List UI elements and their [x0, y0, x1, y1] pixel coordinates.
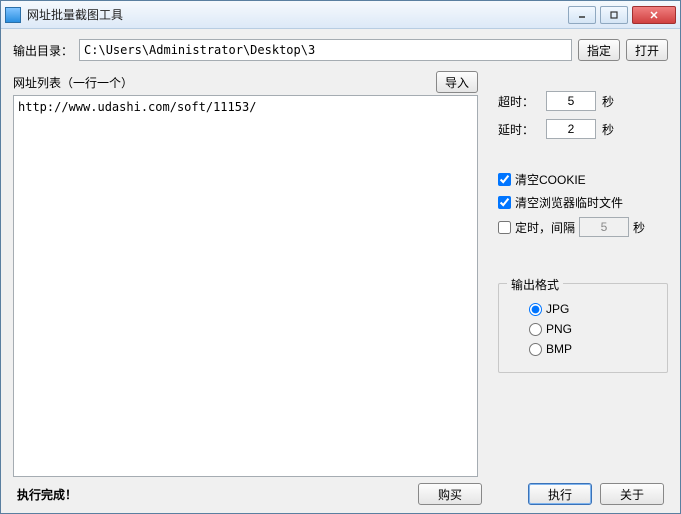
- timer-label[interactable]: 定时，间隔: [515, 219, 575, 236]
- open-button[interactable]: 打开: [626, 39, 668, 61]
- content-area: 输出目录： 指定 打开 网址列表（一行一个） 导入 超时： 秒 延: [1, 29, 680, 513]
- maximize-button[interactable]: [600, 6, 628, 24]
- format-jpg-row: JPG: [513, 302, 653, 316]
- url-list-textarea[interactable]: [13, 95, 478, 477]
- window-title: 网址批量截图工具: [27, 6, 568, 23]
- timer-checkbox[interactable]: [498, 221, 511, 234]
- clear-cookie-checkbox[interactable]: [498, 173, 511, 186]
- close-button[interactable]: [632, 6, 676, 24]
- timer-interval-input: [579, 217, 629, 237]
- format-jpg-label[interactable]: JPG: [546, 302, 569, 316]
- footer: 执行完成！ 购买 执行 关于: [13, 477, 668, 505]
- clear-temp-label[interactable]: 清空浏览器临时文件: [515, 194, 623, 211]
- timeout-unit: 秒: [602, 93, 614, 110]
- clear-cookie-label[interactable]: 清空COOKIE: [515, 171, 586, 188]
- minimize-button[interactable]: [568, 6, 596, 24]
- delay-unit: 秒: [602, 121, 614, 138]
- url-list-header: 网址列表（一行一个） 导入: [13, 71, 478, 93]
- format-bmp-radio[interactable]: [529, 343, 542, 356]
- output-format-legend: 输出格式: [507, 276, 563, 293]
- output-format-fieldset: 输出格式 JPG PNG BMP: [498, 283, 668, 373]
- delay-label: 延时：: [498, 121, 540, 138]
- minimize-icon: [577, 10, 587, 20]
- output-label: 输出目录：: [13, 42, 73, 59]
- format-png-radio[interactable]: [529, 323, 542, 336]
- format-png-label[interactable]: PNG: [546, 322, 572, 336]
- format-bmp-row: BMP: [513, 342, 653, 356]
- buy-button[interactable]: 购买: [418, 483, 482, 505]
- output-path-input[interactable]: [79, 39, 572, 61]
- clear-cookie-row: 清空COOKIE: [498, 171, 668, 188]
- format-png-row: PNG: [513, 322, 653, 336]
- format-jpg-radio[interactable]: [529, 303, 542, 316]
- specify-button[interactable]: 指定: [578, 39, 620, 61]
- app-window: 网址批量截图工具 输出目录： 指定 打开 网址列表（一行一个） 导入: [0, 0, 681, 514]
- right-column: 超时： 秒 延时： 秒 清空COOKIE 清空浏览器临时文件: [498, 71, 668, 477]
- maximize-icon: [609, 10, 619, 20]
- import-button[interactable]: 导入: [436, 71, 478, 93]
- timer-row: 定时，间隔 秒: [498, 217, 668, 237]
- timeout-row: 超时： 秒: [498, 91, 668, 111]
- about-button[interactable]: 关于: [600, 483, 664, 505]
- close-icon: [648, 10, 660, 20]
- execute-button[interactable]: 执行: [528, 483, 592, 505]
- status-text: 执行完成！: [17, 486, 410, 503]
- window-controls: [568, 6, 676, 24]
- timeout-label: 超时：: [498, 93, 540, 110]
- output-row: 输出目录： 指定 打开: [13, 39, 668, 61]
- timer-unit: 秒: [633, 219, 645, 236]
- app-icon: [5, 7, 21, 23]
- clear-temp-row: 清空浏览器临时文件: [498, 194, 668, 211]
- left-column: 网址列表（一行一个） 导入: [13, 71, 478, 477]
- titlebar: 网址批量截图工具: [1, 1, 680, 29]
- timeout-input[interactable]: [546, 91, 596, 111]
- delay-row: 延时： 秒: [498, 119, 668, 139]
- delay-input[interactable]: [546, 119, 596, 139]
- clear-temp-checkbox[interactable]: [498, 196, 511, 209]
- main-row: 网址列表（一行一个） 导入 超时： 秒 延时： 秒: [13, 71, 668, 477]
- format-bmp-label[interactable]: BMP: [546, 342, 572, 356]
- url-list-label: 网址列表（一行一个）: [13, 74, 436, 91]
